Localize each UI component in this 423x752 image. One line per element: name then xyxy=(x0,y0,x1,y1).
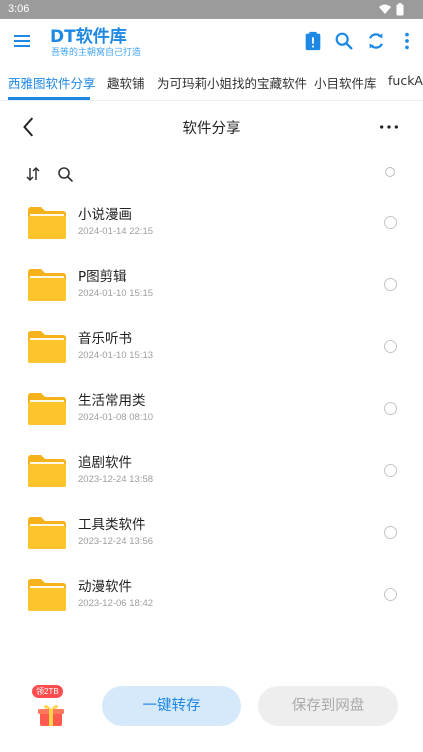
file-date: 2023-12-24 13:58 xyxy=(78,474,154,485)
file-date: 2023-12-24 13:56 xyxy=(78,536,154,547)
list-item[interactable]: 追剧软件 2023-12-24 13:58 xyxy=(0,448,423,510)
file-name: 小说漫画 xyxy=(78,207,132,223)
more-vert-icon[interactable] xyxy=(396,30,418,52)
select-all-radio[interactable] xyxy=(385,167,395,177)
wifi-icon xyxy=(379,4,391,14)
app-subtitle: 吾等的主朝窝自己打造 xyxy=(51,48,142,58)
folder-icon xyxy=(28,579,66,611)
select-radio[interactable] xyxy=(384,526,397,539)
sort-icon[interactable] xyxy=(24,165,42,183)
bottom-action-bar: 领2TB 一键转存 保存到网盘 xyxy=(0,680,423,740)
tab-xiyatu[interactable]: 西雅图软件分享 xyxy=(8,73,96,92)
select-radio[interactable] xyxy=(384,588,397,601)
select-radio[interactable] xyxy=(384,278,397,291)
list-item[interactable]: 小说漫画 2024-01-14 22:15 xyxy=(0,200,423,262)
tab-bar: 西雅图软件分享 趣软铺 为可玛莉小姐找的宝藏软件 小目软件库 fuckAP xyxy=(0,65,423,101)
file-date: 2024-01-14 22:15 xyxy=(78,226,154,237)
more-horiz-icon[interactable] xyxy=(378,116,400,138)
page-header: 软件分享 xyxy=(0,108,423,148)
tab-xiaomu[interactable]: 小目软件库 xyxy=(314,73,377,92)
file-name: 音乐听书 xyxy=(78,331,132,347)
battery-icon xyxy=(396,3,404,16)
list-toolbar xyxy=(0,160,423,188)
tab-fuckap[interactable]: fuckAP xyxy=(388,73,423,88)
folder-icon xyxy=(28,517,66,549)
tab-baozang[interactable]: 为可玛莉小姐找的宝藏软件 xyxy=(157,73,307,92)
list-item[interactable]: 音乐听书 2024-01-10 15:13 xyxy=(0,324,423,386)
gift-promo-button[interactable]: 领2TB xyxy=(30,685,70,733)
select-radio[interactable] xyxy=(384,216,397,229)
file-name: 生活常用类 xyxy=(78,393,146,409)
tab-indicator xyxy=(8,97,90,100)
file-name: 追剧软件 xyxy=(78,455,132,471)
app-bar: DT软件库 吾等的主朝窝自己打造 xyxy=(0,19,423,65)
status-time: 3:06 xyxy=(8,3,30,15)
file-date: 2023-12-06 18:42 xyxy=(78,598,154,609)
select-radio[interactable] xyxy=(384,340,397,353)
file-name: 工具类软件 xyxy=(78,517,146,533)
status-bar: 3:06 xyxy=(0,0,423,19)
app-title: DT软件库 xyxy=(50,27,127,47)
list-item[interactable]: 生活常用类 2024-01-08 08:10 xyxy=(0,386,423,448)
folder-icon xyxy=(28,331,66,363)
file-date: 2024-01-10 15:13 xyxy=(78,350,154,361)
file-name: P图剪辑 xyxy=(78,269,127,285)
tab-quruanpu[interactable]: 趣软铺 xyxy=(107,73,145,92)
clipboard-alert-icon[interactable] xyxy=(302,30,324,52)
gift-icon xyxy=(38,705,64,726)
search-icon[interactable] xyxy=(333,30,355,52)
folder-icon xyxy=(28,393,66,425)
list-item[interactable]: P图剪辑 2024-01-10 15:15 xyxy=(0,262,423,324)
list-item[interactable]: 工具类软件 2023-12-24 13:56 xyxy=(0,510,423,572)
menu-icon[interactable] xyxy=(10,29,34,53)
file-date: 2024-01-08 08:10 xyxy=(78,412,154,423)
promo-badge: 领2TB xyxy=(32,685,63,698)
file-date: 2024-01-10 15:15 xyxy=(78,288,154,299)
file-name: 动漫软件 xyxy=(78,579,132,595)
refresh-icon[interactable] xyxy=(365,30,387,52)
search-list-icon[interactable] xyxy=(56,165,74,183)
page-title: 软件分享 xyxy=(182,121,241,137)
one-click-save-button[interactable]: 一键转存 xyxy=(102,686,241,726)
folder-icon xyxy=(28,455,66,487)
select-radio[interactable] xyxy=(384,402,397,415)
list-item[interactable]: 动漫软件 2023-12-06 18:42 xyxy=(0,572,423,634)
folder-icon xyxy=(28,269,66,301)
folder-icon xyxy=(28,207,66,239)
select-radio[interactable] xyxy=(384,464,397,477)
save-to-disk-button[interactable]: 保存到网盘 xyxy=(258,686,398,726)
